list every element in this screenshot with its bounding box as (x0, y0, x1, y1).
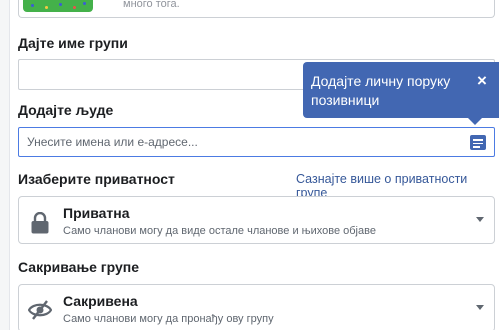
hide-group-select[interactable]: Сакривена Само чланови могу да пронађу о… (18, 284, 495, 330)
add-people-input[interactable] (18, 127, 495, 157)
privacy-label: Изаберите приватност (18, 171, 175, 187)
add-people-label: Додајте људе (18, 102, 114, 118)
close-icon[interactable]: × (477, 72, 487, 90)
privacy-selected-description: Само чланови могу да виде остале чланове… (63, 225, 376, 237)
cover-caption: много тога. (123, 0, 180, 10)
chevron-down-icon (476, 305, 484, 310)
group-cover-preview: много тога. (18, 0, 495, 18)
tooltip-text: Додајте личну поруку позивници (311, 73, 451, 108)
background-page-edge (0, 0, 10, 330)
tooltip-arrow (468, 118, 482, 125)
hide-group-selected-title: Сакривена (63, 293, 138, 309)
chevron-down-icon (476, 217, 484, 222)
hide-group-label: Сакривање групе (18, 259, 140, 275)
privacy-selected-title: Приватна (63, 205, 130, 221)
privacy-select[interactable]: Приватна Само чланови могу да виде остал… (18, 196, 495, 244)
eye-slash-icon (28, 300, 52, 320)
hide-group-selected-description: Само чланови могу да пронађу ову групу (63, 313, 274, 325)
add-message-icon[interactable] (470, 135, 486, 150)
lock-icon (31, 212, 49, 234)
group-name-label: Дајте име групи (18, 35, 128, 51)
personal-message-tooltip: Додајте личну поруку позивници (303, 62, 499, 118)
cover-thumbnail (23, 0, 93, 12)
